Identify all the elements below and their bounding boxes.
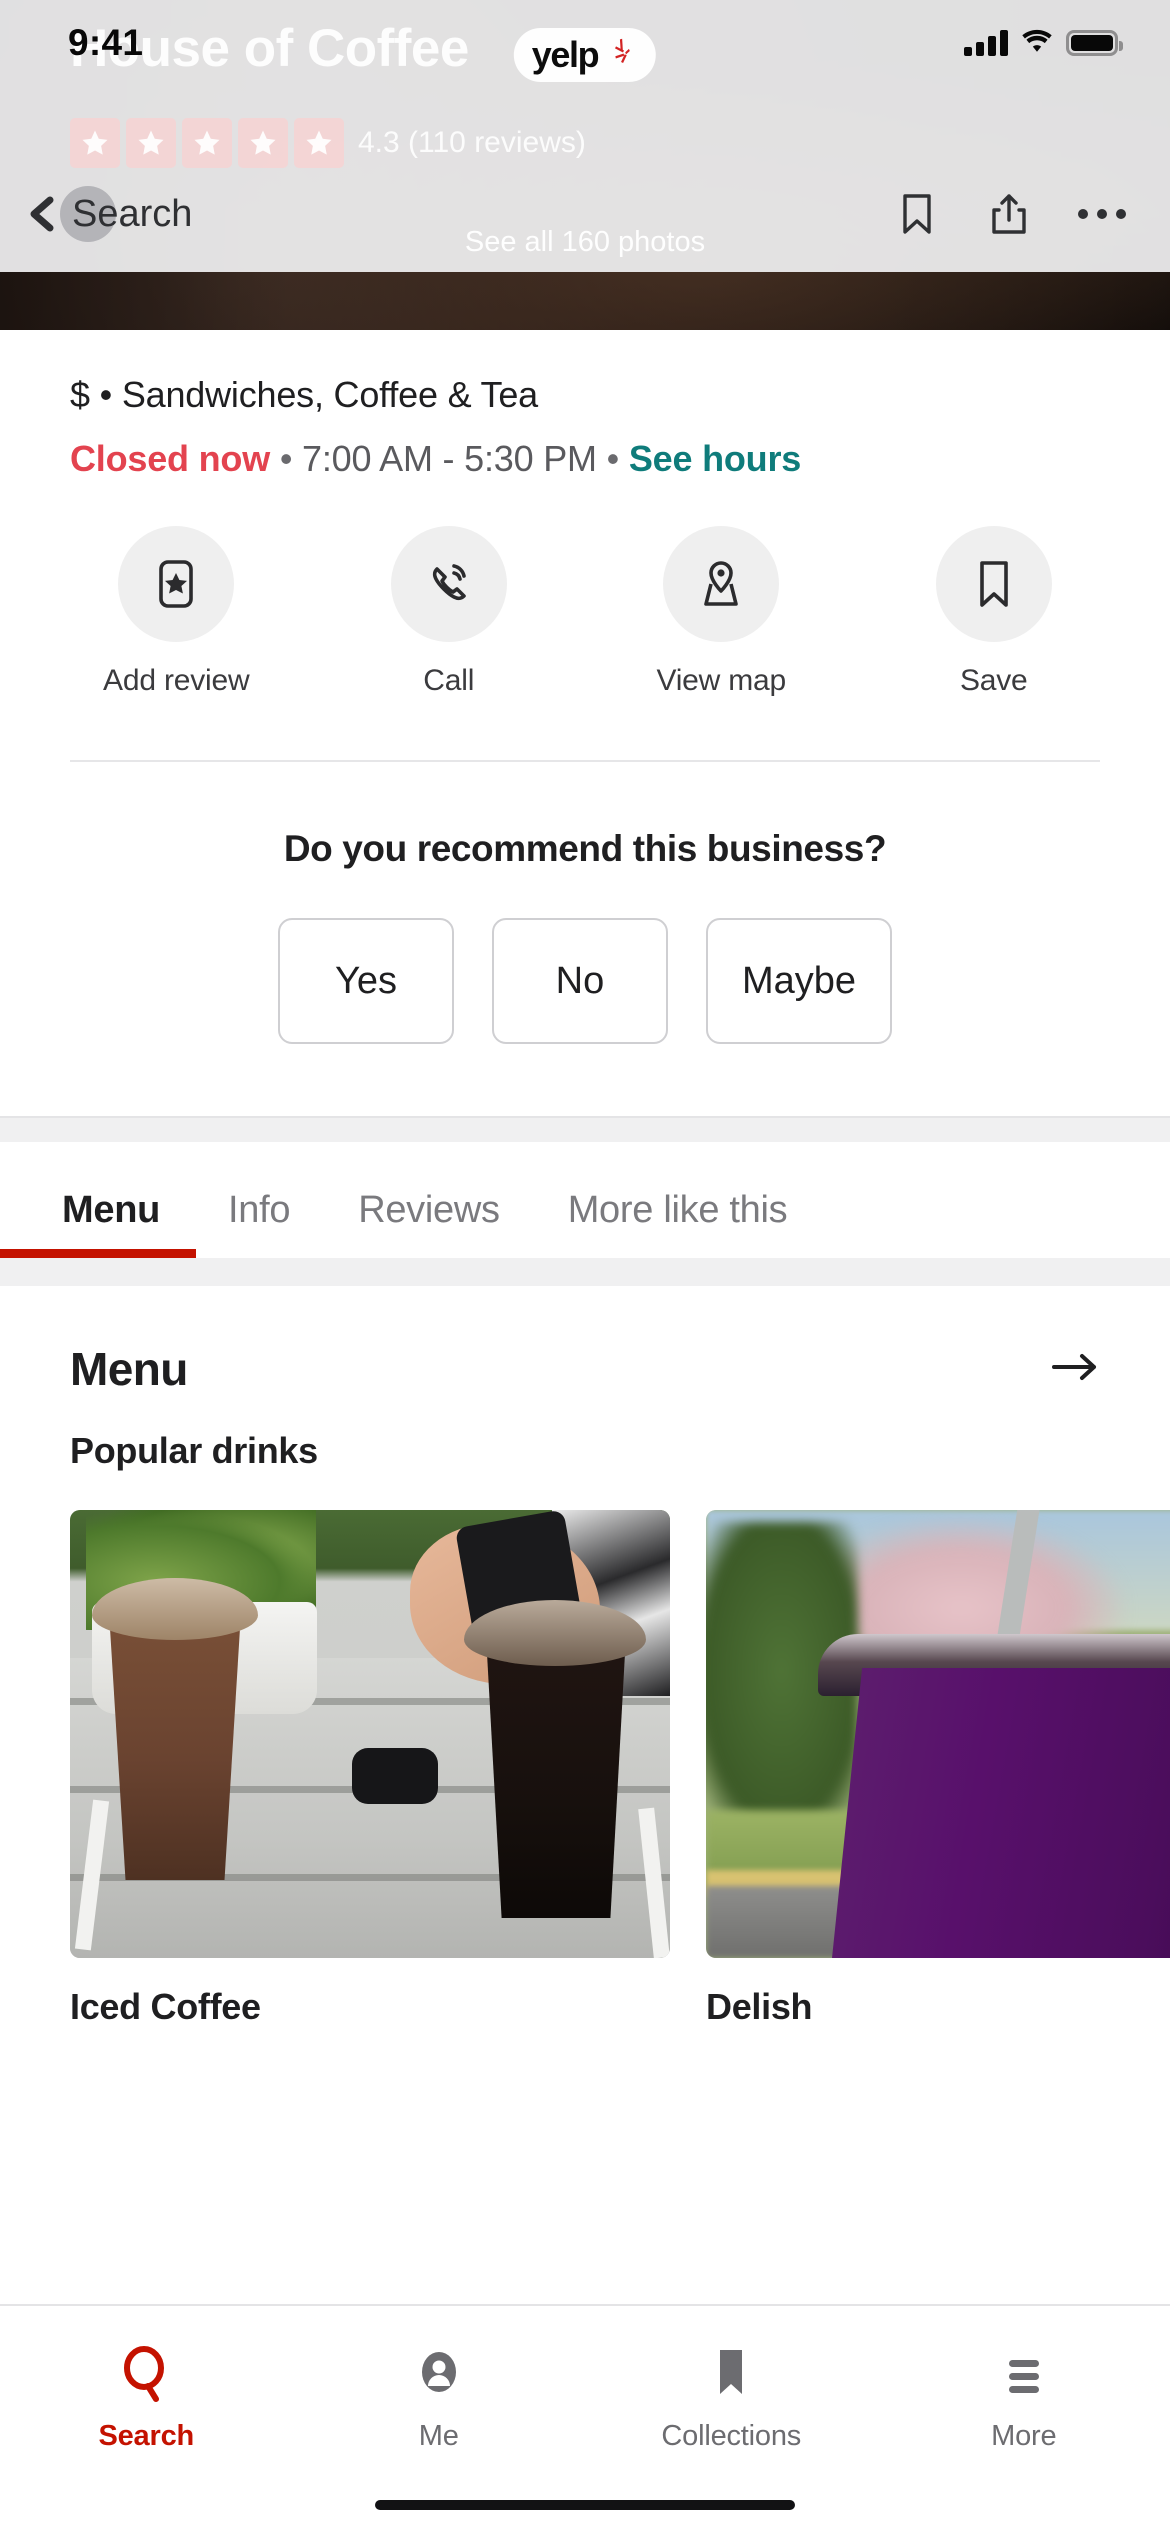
bookmark-icon [935,526,1052,642]
bookmark-filled-icon [702,2340,760,2406]
bottom-tab-bar: Search Me Collections More [0,2304,1170,2532]
business-meta: $ • Sandwiches, Coffee & Tea Closed now … [0,330,1170,480]
status-bar-time: 9:41 [68,22,144,63]
star-icon [70,118,120,168]
person-icon [410,2340,468,2406]
tab-reviews[interactable]: Reviews [358,1189,500,1258]
map-pin-icon [663,526,780,642]
wifi-icon [1020,28,1054,59]
arrow-right-icon[interactable] [1048,1347,1100,1392]
bottom-tab-me[interactable]: Me [293,2340,586,2453]
price-and-categories: $ • Sandwiches, Coffee & Tea [70,374,538,415]
delish-drink-photo [706,1510,1170,1958]
tab-menu[interactable]: Menu [0,1189,197,1258]
cellular-signal-icon [964,30,1008,56]
call-label: Call [423,664,475,697]
navigation-bar: Search [0,168,1170,260]
menu-subsection-title: Popular drinks [70,1430,318,1471]
star-rating [70,118,344,168]
bottom-tab-search[interactable]: Search [0,2340,293,2453]
open-status-badge: Closed now [70,438,271,479]
recommend-prompt: Do you recommend this business? Yes No M… [0,762,1170,1044]
detail-tabs: Menu Info Reviews More like this [0,1142,1170,1258]
menu-item-caption: Delish [706,1986,813,2027]
recommend-options: Yes No Maybe [0,918,1170,1044]
tab-more-like-this[interactable]: More like this [568,1189,788,1258]
menu-section-title: Menu [70,1343,188,1395]
bottom-tab-collections[interactable]: Collections [585,2340,878,2453]
menu-item-caption: Iced Coffee [70,1986,261,2027]
add-review-button[interactable]: Add review [40,526,313,698]
recommend-no-button[interactable]: No [491,918,668,1044]
save-button[interactable]: Save [858,526,1131,698]
hamburger-menu-icon [995,2340,1053,2406]
status-bar-indicators [964,28,1123,59]
bookmark-icon[interactable] [894,191,940,237]
menu-section-header[interactable]: Menu [70,1342,1100,1396]
add-review-label: Add review [103,664,250,697]
view-map-button[interactable]: View map [585,526,858,698]
search-icon [117,2340,175,2406]
back-button[interactable]: Search [22,186,193,242]
bottom-tab-search-label: Search [98,2420,195,2452]
menu-section: Menu Popular drinks Iced Coffee Delish [0,1286,1170,2028]
business-hero-header: House of Coffee 4.3 (110 reviews) See al… [0,0,1170,330]
star-icon [294,118,344,168]
bottom-tab-collections-label: Collections [661,2420,802,2452]
home-indicator [375,2500,795,2510]
back-button-label: Search [72,192,193,235]
menu-item-card[interactable]: Delish [706,1510,1170,2028]
tabs-bottom-spacer [0,1258,1170,1286]
view-map-label: View map [656,664,787,697]
quick-actions-row: Add review Call View map Save [0,480,1170,698]
tab-info[interactable]: Info [228,1189,290,1258]
recommend-maybe-button[interactable]: Maybe [705,918,893,1044]
hours-range: 7:00 AM - 5:30 PM [302,438,597,479]
bottom-tab-more-label: More [991,2420,1057,2452]
business-detail-sheet: $ • Sandwiches, Coffee & Tea Closed now … [0,330,1170,2028]
save-label: Save [959,664,1028,697]
menu-item-photo[interactable] [70,1510,670,1958]
menu-item-carousel[interactable]: Iced Coffee Delish [70,1510,1170,2028]
status-bar: 9:41 [0,0,1170,86]
section-spacer [0,1116,1170,1142]
hero-rating-block: 4.3 (110 reviews) [70,118,586,168]
phone-icon [390,526,507,642]
bottom-tab-me-label: Me [418,2420,459,2452]
iced-coffee-photo [70,1510,670,1958]
ellipsis-icon[interactable] [1078,209,1126,219]
rating-review-count: 4.3 (110 reviews) [358,126,586,159]
share-icon[interactable] [986,191,1032,237]
menu-item-card[interactable]: Iced Coffee [70,1510,670,2028]
hours-row: Closed now • 7:00 AM - 5:30 PM • See hou… [70,438,1100,480]
bottom-tab-more[interactable]: More [878,2340,1170,2453]
recommend-yes-button[interactable]: Yes [277,918,454,1044]
add-review-star-icon [118,526,235,642]
navigation-actions [894,191,1126,237]
recommend-question: Do you recommend this business? [283,828,887,869]
menu-item-photo[interactable] [706,1510,1170,1958]
battery-icon [1066,30,1123,56]
call-button[interactable]: Call [313,526,586,698]
star-icon [126,118,176,168]
star-icon [238,118,288,168]
star-icon [182,118,232,168]
separator-dot: • [606,438,620,479]
separator-dot: • [279,438,293,479]
see-hours-link[interactable]: See hours [629,438,801,479]
